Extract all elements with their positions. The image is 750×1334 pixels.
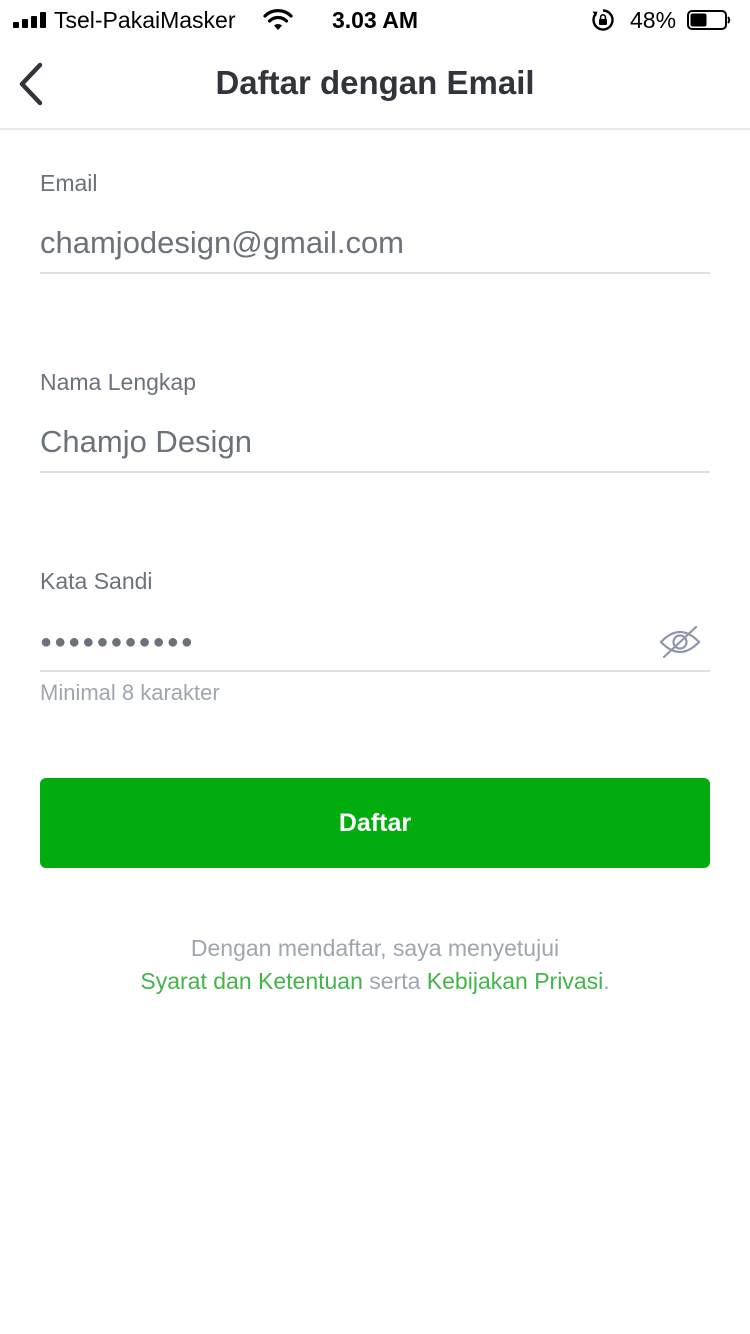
password-label: Kata Sandi — [40, 568, 153, 594]
battery-percentage: 48% — [630, 7, 677, 33]
password-visibility-toggle[interactable] — [658, 624, 702, 660]
page-title: Daftar dengan Email — [215, 64, 535, 101]
rotation-lock-icon — [592, 9, 614, 31]
privacy-policy-link[interactable]: Kebijakan Privasi — [427, 968, 603, 994]
terms-links-line: Syarat dan Ketentuan serta Kebijakan Pri… — [0, 965, 750, 998]
navigation-bar: Daftar dengan Email — [0, 40, 750, 130]
terms-conjunction: serta — [369, 968, 421, 994]
full-name-input[interactable] — [40, 413, 710, 473]
terms-notice: Dengan mendaftar, saya menyetujui Syarat… — [0, 932, 750, 998]
status-bar: Tsel-PakaiMasker 3.03 AM 48% — [0, 0, 750, 40]
email-input[interactable] — [40, 214, 710, 274]
battery-icon — [687, 10, 731, 30]
eye-off-icon — [659, 625, 701, 659]
password-masked-value: ●●●●●●●●●●● — [40, 631, 195, 653]
terms-intro-text: Dengan mendaftar, saya menyetujui — [190, 935, 560, 961]
email-label: Email — [40, 170, 98, 196]
full-name-label: Nama Lengkap — [40, 369, 196, 395]
terms-and-conditions-link[interactable]: Syarat dan Ketentuan — [140, 968, 363, 994]
register-button[interactable]: Daftar — [40, 778, 710, 868]
terms-period: . — [603, 968, 610, 994]
password-helper-text: Minimal 8 karakter — [40, 680, 220, 705]
